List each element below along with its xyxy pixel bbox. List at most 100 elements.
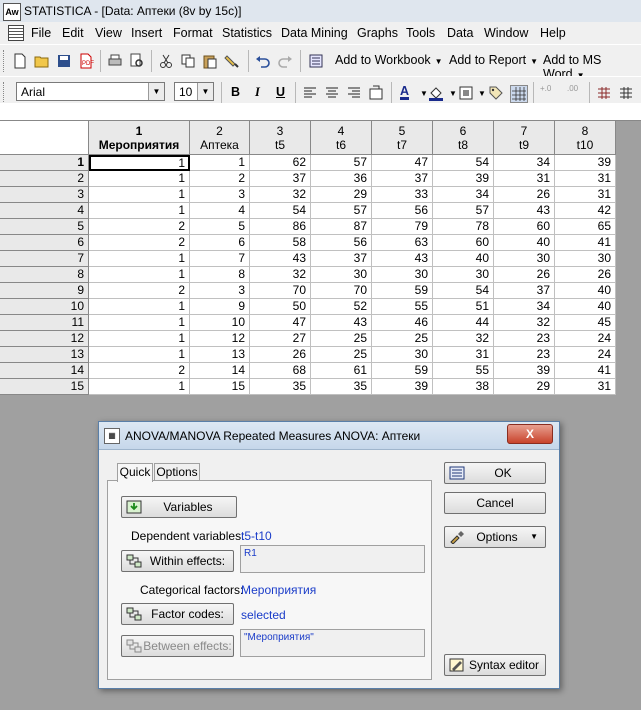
table-cell[interactable]: 39 — [494, 363, 555, 379]
table-cell[interactable]: 86 — [250, 219, 311, 235]
chevron-down-icon[interactable]: ▼ — [197, 83, 213, 100]
table-cell[interactable]: 32 — [433, 331, 494, 347]
table-cell[interactable]: 62 — [250, 155, 311, 171]
menu-view[interactable]: View — [95, 26, 122, 40]
table-cell[interactable]: 60 — [494, 219, 555, 235]
table-cell[interactable]: 32 — [250, 187, 311, 203]
row-header[interactable]: 10 — [0, 299, 89, 315]
table-cell[interactable]: 63 — [372, 235, 433, 251]
border-icon[interactable] — [458, 85, 474, 101]
table-cell[interactable]: 54 — [433, 283, 494, 299]
table-cell[interactable]: 1 — [89, 331, 190, 347]
copy-icon[interactable] — [180, 53, 196, 69]
row-header[interactable]: 9 — [0, 283, 89, 299]
table-cell[interactable]: 1 — [89, 299, 190, 315]
table-cell[interactable]: 40 — [555, 283, 616, 299]
document-menu-icon[interactable] — [8, 25, 24, 41]
table-cell[interactable]: 30 — [433, 267, 494, 283]
table-cell[interactable]: 2 — [89, 363, 190, 379]
insert-rows-icon[interactable] — [596, 85, 612, 101]
table-cell[interactable]: 40 — [494, 235, 555, 251]
table-cell[interactable]: 23 — [494, 347, 555, 363]
column-header[interactable]: 7 t9 — [494, 121, 555, 155]
table-cell[interactable]: 57 — [311, 203, 372, 219]
table-cell[interactable]: 43 — [311, 315, 372, 331]
table-cell[interactable]: 6 — [190, 235, 250, 251]
table-cell[interactable]: 55 — [433, 363, 494, 379]
add-to-workbook-button[interactable]: Add to Workbook ▼ — [335, 53, 443, 67]
format-painter-icon[interactable] — [224, 53, 240, 69]
row-header[interactable]: 7 — [0, 251, 89, 267]
add-to-workbook-icon[interactable] — [308, 53, 324, 69]
table-cell[interactable]: 1 — [89, 267, 190, 283]
add-to-report-button[interactable]: Add to Report ▼ — [449, 53, 538, 67]
column-header[interactable]: 1 Мероприятия — [89, 121, 190, 155]
menu-insert[interactable]: Insert — [131, 26, 162, 40]
table-cell[interactable]: 33 — [372, 187, 433, 203]
syntax-editor-button[interactable]: Syntax editor — [444, 654, 546, 676]
table-cell[interactable]: 2 — [89, 219, 190, 235]
ok-button[interactable]: OK — [444, 462, 546, 484]
menu-help[interactable]: Help — [540, 26, 566, 40]
cancel-button[interactable]: Cancel — [444, 492, 546, 514]
table-cell[interactable]: 35 — [250, 379, 311, 395]
print-icon[interactable] — [107, 53, 123, 69]
print-preview-icon[interactable] — [129, 53, 145, 69]
table-cell[interactable]: 24 — [555, 347, 616, 363]
fill-color-icon[interactable] — [428, 85, 444, 101]
table-cell[interactable]: 15 — [190, 379, 250, 395]
menu-data-mining[interactable]: Data Mining — [281, 26, 348, 40]
menu-statistics[interactable]: Statistics — [222, 26, 272, 40]
table-cell[interactable]: 70 — [311, 283, 372, 299]
table-cell[interactable]: 32 — [250, 267, 311, 283]
merge-cells-icon[interactable] — [368, 85, 384, 101]
variables-button[interactable]: Variables — [121, 496, 237, 518]
table-cell[interactable]: 58 — [250, 235, 311, 251]
table-cell[interactable]: 31 — [555, 171, 616, 187]
redo-icon[interactable] — [277, 53, 293, 69]
table-cell[interactable]: 47 — [372, 155, 433, 171]
table-cell[interactable]: 31 — [433, 347, 494, 363]
table-cell[interactable]: 3 — [190, 187, 250, 203]
table-cell[interactable]: 43 — [250, 251, 311, 267]
menu-graphs[interactable]: Graphs — [357, 26, 398, 40]
row-header[interactable]: 8 — [0, 267, 89, 283]
table-cell[interactable]: 14 — [190, 363, 250, 379]
table-cell[interactable]: 12 — [190, 331, 250, 347]
table-cell[interactable]: 35 — [311, 379, 372, 395]
table-cell[interactable]: 39 — [433, 171, 494, 187]
table-cell[interactable]: 50 — [250, 299, 311, 315]
row-header[interactable]: 11 — [0, 315, 89, 331]
table-cell[interactable]: 10 — [190, 315, 250, 331]
row-header[interactable]: 6 — [0, 235, 89, 251]
table-cell[interactable]: 31 — [555, 379, 616, 395]
table-cell[interactable]: 3 — [190, 283, 250, 299]
font-name-select[interactable]: Arial ▼ — [16, 82, 165, 101]
table-cell[interactable]: 39 — [372, 379, 433, 395]
menu-edit[interactable]: Edit — [62, 26, 84, 40]
chevron-down-icon[interactable]: ▼ — [148, 83, 164, 100]
undo-icon[interactable] — [255, 53, 271, 69]
within-effects-button[interactable]: Within effects: — [121, 550, 234, 572]
table-cell[interactable]: 13 — [190, 347, 250, 363]
grid-toggle-icon[interactable] — [510, 85, 528, 103]
table-cell[interactable]: 37 — [372, 171, 433, 187]
menu-tools[interactable]: Tools — [406, 26, 435, 40]
table-cell[interactable]: 39 — [555, 155, 616, 171]
save-icon[interactable] — [56, 53, 72, 69]
tab-options[interactable]: Options — [154, 463, 200, 481]
table-cell[interactable]: 78 — [433, 219, 494, 235]
table-cell[interactable]: 27 — [250, 331, 311, 347]
table-cell[interactable]: 38 — [433, 379, 494, 395]
increase-decimal-button[interactable]: +.0 — [540, 85, 551, 93]
table-cell[interactable]: 47 — [250, 315, 311, 331]
table-cell[interactable]: 54 — [250, 203, 311, 219]
dialog-title-bar[interactable]: ▦ ANOVA/MANOVA Repeated Measures ANOVA: … — [99, 422, 559, 450]
table-cell[interactable]: 26 — [494, 187, 555, 203]
table-cell[interactable]: 1 — [190, 155, 250, 171]
table-cell[interactable]: 1 — [89, 171, 190, 187]
table-cell[interactable]: 87 — [311, 219, 372, 235]
table-cell[interactable]: 52 — [311, 299, 372, 315]
column-header[interactable]: 6 t8 — [433, 121, 494, 155]
row-header[interactable]: 12 — [0, 331, 89, 347]
